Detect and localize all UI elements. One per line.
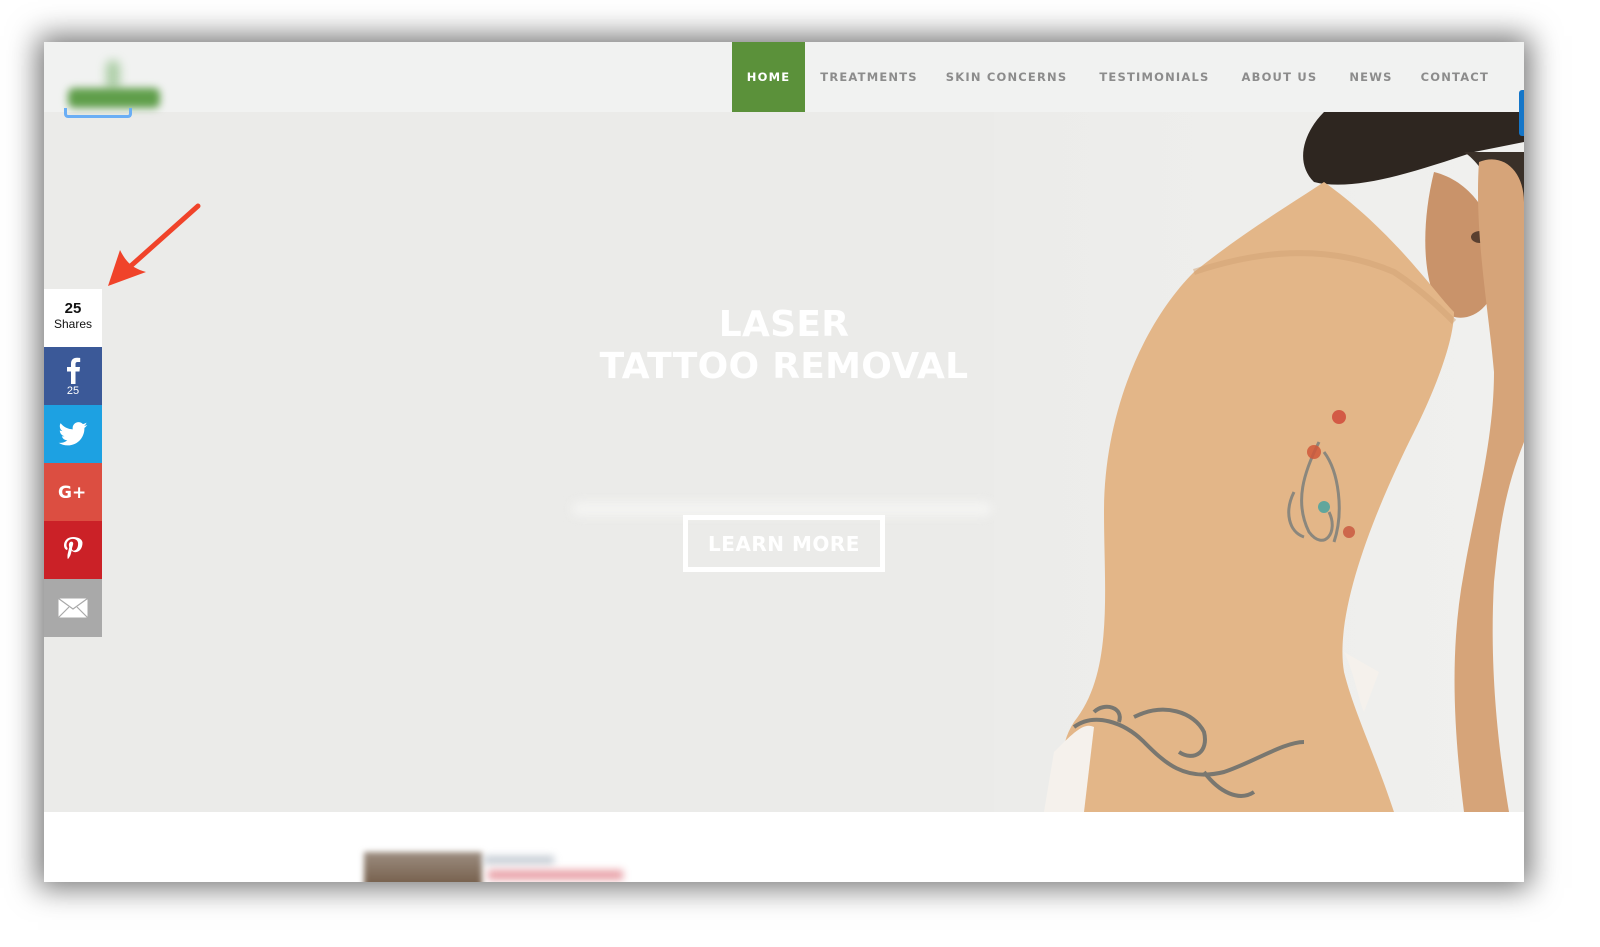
logo-focus-outline (64, 108, 132, 118)
pinterest-icon (64, 537, 83, 559)
hero-title-line2: TATTOO REMOVAL (599, 346, 969, 387)
social-share-bar: 25 Shares 25 G+ (44, 289, 102, 637)
facebook-share-button[interactable]: 25 (44, 347, 102, 405)
nav-treatments[interactable]: TREATMENTS (807, 42, 930, 112)
svg-text:G+: G+ (58, 483, 86, 501)
logo-wordmark (68, 88, 160, 108)
nav-skin-concerns[interactable]: SKIN CONCERNS (933, 42, 1081, 112)
nav-news[interactable]: NEWS (1336, 42, 1405, 112)
article-meta-blurred (484, 856, 554, 864)
woman-back-photo-illustration (1044, 112, 1524, 812)
facebook-share-count: 25 (66, 384, 80, 397)
hero-photo (994, 112, 1524, 812)
google-plus-icon: G+ (58, 483, 86, 501)
total-shares-label: Shares (53, 317, 93, 331)
google-plus-share-button[interactable]: G+ (44, 463, 102, 521)
hero-title-line1: LASER (718, 304, 850, 345)
article-thumbnail-blurred (364, 852, 482, 882)
nav-contact[interactable]: CONTACT (1408, 42, 1502, 112)
facebook-icon (67, 357, 81, 384)
learn-more-button[interactable]: LEARN MORE (683, 515, 885, 572)
annotation-arrow-icon (108, 203, 201, 286)
nav-home[interactable]: HOME (731, 42, 806, 112)
email-share-button[interactable] (44, 579, 102, 637)
logo-mark (106, 60, 120, 90)
email-icon (58, 598, 88, 618)
hero-banner: LASER TATTOO REMOVAL LEARN MORE (44, 112, 1524, 812)
nav-testimonials[interactable]: TESTIMONIALS (1086, 42, 1222, 112)
side-feedback-tab[interactable] (1519, 90, 1524, 136)
site-header: HOME TREATMENTS SKIN CONCERNS TESTIMONIA… (44, 42, 1524, 118)
pinterest-share-button[interactable] (44, 521, 102, 579)
site-logo[interactable] (64, 56, 164, 126)
main-nav: HOME TREATMENTS SKIN CONCERNS TESTIMONIA… (731, 42, 1502, 112)
below-fold-section (44, 812, 1524, 882)
twitter-icon (58, 422, 88, 446)
nav-about-us[interactable]: ABOUT US (1229, 42, 1331, 112)
total-shares-count: 25 (64, 300, 82, 317)
article-title-blurred (488, 870, 623, 880)
total-shares: 25 Shares (44, 289, 102, 347)
hero-subtitle-blurred (572, 502, 992, 516)
browser-window: HOME TREATMENTS SKIN CONCERNS TESTIMONIA… (44, 42, 1524, 882)
twitter-share-button[interactable] (44, 405, 102, 463)
hero-title: LASER TATTOO REMOVAL (484, 304, 1084, 388)
